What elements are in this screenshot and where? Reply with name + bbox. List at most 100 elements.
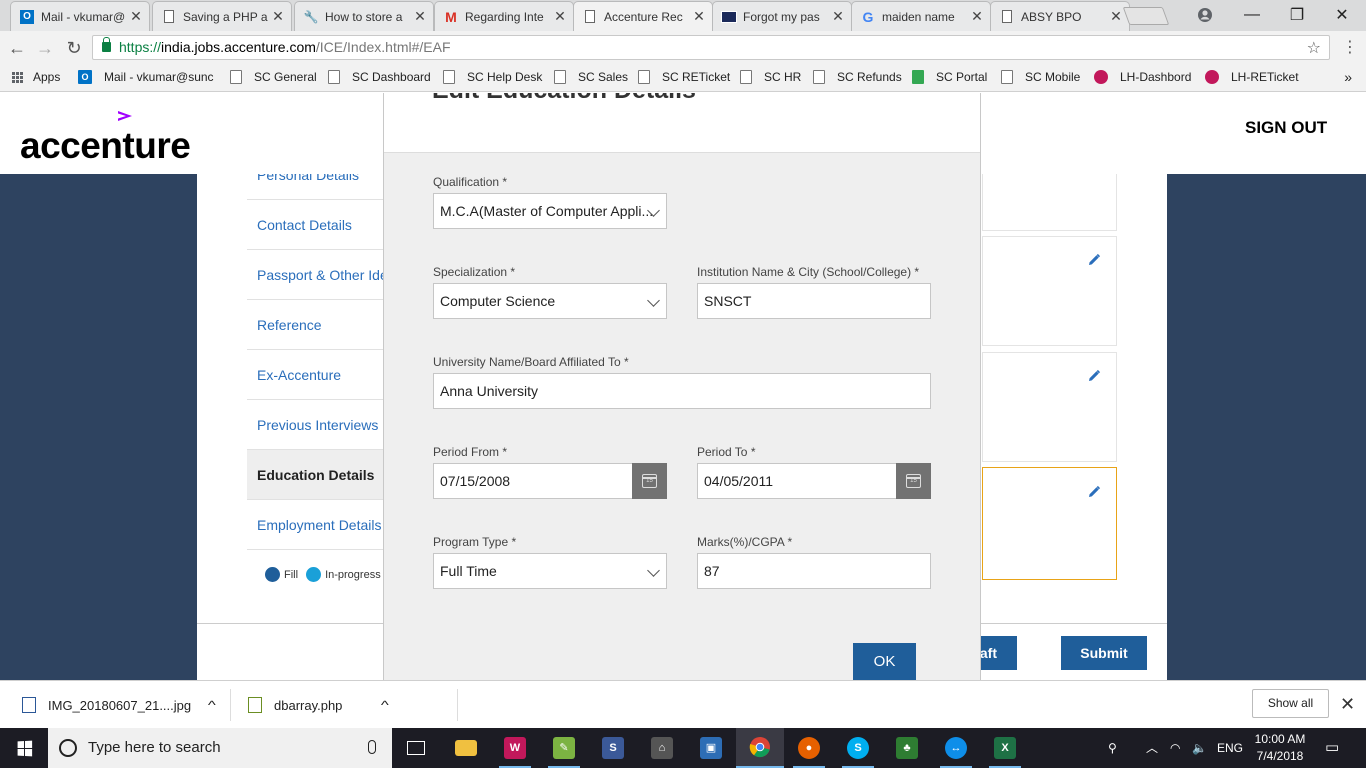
people-icon[interactable]: ⚲ bbox=[1108, 728, 1117, 768]
bookmark-mail[interactable]: O Mail - vkumar@sunc bbox=[78, 70, 214, 84]
bookmark-label: SC Sales bbox=[578, 70, 629, 84]
edit-pencil-icon[interactable] bbox=[1087, 253, 1101, 267]
browser-tab-regarding[interactable]: M Regarding Inte ✕ bbox=[434, 1, 574, 31]
university-input[interactable]: Anna University bbox=[433, 373, 931, 409]
period-from-input[interactable]: 07/15/2008 bbox=[433, 463, 633, 499]
back-icon[interactable]: ← bbox=[5, 37, 29, 59]
edit-pencil-icon[interactable] bbox=[1087, 369, 1101, 383]
nav-previous-interviews[interactable]: Previous Interviews bbox=[247, 400, 392, 450]
bookmark-sc-portal[interactable]: SC Portal bbox=[912, 70, 987, 84]
teamviewer-icon[interactable]: ↔ bbox=[932, 728, 980, 768]
nav-passport-details[interactable]: Passport & Other Ide bbox=[247, 250, 392, 300]
download-item[interactable]: dbarray.php ^ bbox=[248, 681, 389, 729]
nav-contact-details[interactable]: Contact Details bbox=[247, 200, 392, 250]
nav-personal-details[interactable]: Personal Details bbox=[247, 174, 392, 200]
close-tab-icon[interactable]: ✕ bbox=[271, 8, 285, 25]
notepad-plus-icon[interactable]: ♣ bbox=[883, 728, 931, 768]
close-tab-icon[interactable]: ✕ bbox=[1109, 8, 1123, 25]
institution-input[interactable]: SNSCT bbox=[697, 283, 931, 319]
nav-ex-accenture[interactable]: Ex-Accenture bbox=[247, 350, 392, 400]
reload-icon[interactable]: ↻ bbox=[62, 37, 86, 59]
bookmark-star-icon[interactable]: ☆ bbox=[1307, 37, 1321, 60]
address-bar[interactable]: https://india.jobs.accenture.com/ICE/Ind… bbox=[92, 35, 1330, 60]
browser-tab-accenture[interactable]: Accenture Rec ✕ bbox=[573, 1, 713, 31]
download-item[interactable]: IMG_20180607_21....jpg ^ bbox=[22, 681, 216, 729]
language-indicator[interactable]: ENG bbox=[1217, 728, 1243, 768]
submit-button[interactable]: Submit bbox=[1061, 636, 1147, 670]
browser-tab-forgot[interactable]: Forgot my pas ✕ bbox=[712, 1, 852, 31]
close-window-icon[interactable]: ✕ bbox=[1320, 0, 1364, 30]
nav-education-details[interactable]: Education Details bbox=[247, 450, 392, 500]
close-tab-icon[interactable]: ✕ bbox=[831, 8, 845, 25]
bookmark-sc-refunds[interactable]: SC Refunds bbox=[813, 70, 902, 84]
accenture-logo[interactable]: accenture bbox=[20, 125, 191, 167]
close-tab-icon[interactable]: ✕ bbox=[692, 8, 706, 25]
firefox-icon[interactable]: ● bbox=[785, 728, 833, 768]
bookmark-sc-dashboard[interactable]: SC Dashboard bbox=[328, 70, 431, 84]
chevron-up-icon[interactable]: ^ bbox=[208, 698, 216, 712]
chevron-up-icon[interactable]: ^ bbox=[381, 698, 389, 712]
bookmark-lh-dashbord[interactable]: LH-Dashbord bbox=[1094, 70, 1191, 84]
volume-icon[interactable]: 🔈 bbox=[1192, 728, 1207, 768]
bookmark-sc-reticket[interactable]: SC RETicket bbox=[638, 70, 730, 84]
excel-icon[interactable]: X bbox=[981, 728, 1029, 768]
bookmark-sc-help-desk[interactable]: SC Help Desk bbox=[443, 70, 542, 84]
program-type-select[interactable]: Full Time bbox=[433, 553, 667, 589]
sql-tool-icon[interactable]: S bbox=[589, 728, 637, 768]
forward-icon[interactable]: → bbox=[33, 37, 57, 59]
taskbar-search[interactable]: Type here to search bbox=[48, 728, 392, 768]
task-view-icon[interactable] bbox=[392, 728, 440, 768]
profile-icon[interactable] bbox=[1183, 0, 1227, 30]
bookmark-lh-reticket[interactable]: LH-RETicket bbox=[1205, 70, 1299, 84]
period-to-calendar-button[interactable]: 15 bbox=[896, 463, 931, 499]
skype-icon[interactable]: S bbox=[834, 728, 882, 768]
nav-employment-details[interactable]: Employment Details bbox=[247, 500, 392, 550]
period-from-calendar-button[interactable]: 15 bbox=[632, 463, 667, 499]
wamp-icon[interactable]: W bbox=[491, 728, 539, 768]
bookmark-label: SC Help Desk bbox=[467, 70, 543, 84]
qualification-select[interactable]: M.C.A(Master of Computer Appli... bbox=[433, 193, 667, 229]
marks-input[interactable]: 87 bbox=[697, 553, 931, 589]
ok-button[interactable]: OK bbox=[853, 643, 916, 680]
sign-out-link[interactable]: SIGN OUT bbox=[1245, 118, 1327, 138]
bookmark-label: SC Mobile bbox=[1025, 70, 1081, 84]
close-tab-icon[interactable]: ✕ bbox=[553, 8, 567, 25]
close-icon[interactable]: ✕ bbox=[1340, 694, 1355, 715]
chrome-icon[interactable] bbox=[736, 728, 784, 768]
browser-tab-saving-php[interactable]: Saving a PHP a ✕ bbox=[152, 1, 292, 31]
bookmark-sc-mobile[interactable]: SC Mobile bbox=[1001, 70, 1080, 84]
close-tab-icon[interactable]: ✕ bbox=[129, 8, 143, 25]
browser-menu-icon[interactable]: ⋮ bbox=[1340, 37, 1360, 57]
bookmark-sc-sales[interactable]: SC Sales bbox=[554, 70, 628, 84]
nav-reference[interactable]: Reference bbox=[247, 300, 392, 350]
browser-tab-mail[interactable]: O Mail - vkumar@ ✕ bbox=[10, 1, 150, 31]
remote-desktop-icon[interactable]: ▣ bbox=[687, 728, 735, 768]
minimize-icon[interactable]: — bbox=[1230, 0, 1274, 30]
browser-tab-how-to-store[interactable]: 🔧 How to store a ✕ bbox=[294, 1, 434, 31]
modal-header: Edit Education Details bbox=[384, 93, 980, 153]
system-clock[interactable]: 10:00 AM 7/4/2018 bbox=[1250, 731, 1310, 765]
wifi-icon[interactable]: ◠ bbox=[1170, 728, 1180, 768]
bookmarks-overflow-icon[interactable]: » bbox=[1344, 69, 1352, 85]
bookmark-apps[interactable]: Apps bbox=[12, 70, 60, 84]
show-all-button[interactable]: Show all bbox=[1252, 689, 1329, 718]
show-hidden-icons-icon[interactable]: ︿ bbox=[1146, 728, 1158, 768]
edit-pencil-icon[interactable] bbox=[1087, 485, 1101, 499]
new-tab-button[interactable] bbox=[1122, 7, 1170, 25]
bookmark-sc-hr[interactable]: SC HR bbox=[740, 70, 801, 84]
file-explorer-icon[interactable] bbox=[442, 728, 490, 768]
bookmark-sc-general[interactable]: SC General bbox=[230, 70, 317, 84]
specialization-select[interactable]: Computer Science bbox=[433, 283, 667, 319]
browser-tab-absy[interactable]: ABSY BPO ✕ bbox=[990, 1, 1130, 31]
restore-icon[interactable]: ❐ bbox=[1275, 0, 1319, 30]
close-tab-icon[interactable]: ✕ bbox=[413, 8, 427, 25]
period-to-input[interactable]: 04/05/2011 bbox=[697, 463, 897, 499]
close-tab-icon[interactable]: ✕ bbox=[970, 8, 984, 25]
start-button[interactable] bbox=[0, 728, 48, 768]
program-type-label: Program Type * bbox=[433, 535, 517, 549]
notifications-icon[interactable]: ▭ bbox=[1325, 728, 1339, 768]
notepad-icon[interactable]: ✎ bbox=[540, 728, 588, 768]
browser-tab-maiden-name[interactable]: G maiden name ✕ bbox=[851, 1, 991, 31]
network-tool-icon[interactable]: ⌂ bbox=[638, 728, 686, 768]
microphone-icon[interactable] bbox=[368, 740, 376, 754]
